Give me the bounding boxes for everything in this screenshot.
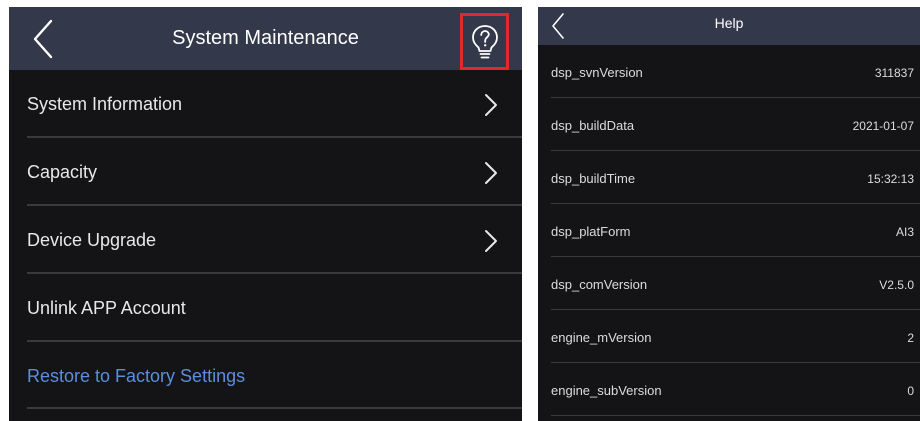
chevron-right-icon [485,162,497,184]
info-key: dsp_platForm [551,224,631,239]
list-item: engine_subVersion 0 [538,363,920,416]
info-value: V2.5.0 [879,278,914,292]
page-title: Help [714,15,744,31]
info-key: dsp_comVersion [551,277,648,292]
menu-item-capacity[interactable]: Capacity [9,138,522,206]
info-key: dsp_svnVersion [551,65,643,80]
menu-item-device-upgrade[interactable]: Device Upgrade [9,206,522,274]
menu-item-system-information[interactable]: System Information [9,70,522,138]
info-value: 0 [907,384,914,398]
list-item: dsp_buildTime 15:32:13 [538,151,920,204]
menu-item-restore-factory-settings[interactable]: Restore to Factory Settings [9,342,522,409]
list-item: dsp_comVersion V2.5.0 [538,257,920,310]
info-key: dsp_buildTime [551,171,636,186]
menu-item-label: Capacity [27,162,98,182]
version-info-list: dsp_svnVersion 311837 dsp_buildData 2021… [538,45,920,416]
help-screen: Help dsp_svnVersion 311837 dsp_buildData… [538,7,920,421]
info-key: dsp_buildData [551,118,635,133]
list-item: engine_mVersion 2 [538,310,920,363]
maintenance-menu: System Information Capacity Device Upgra… [9,70,522,409]
info-key: engine_subVersion [551,383,662,398]
menu-item-label: Device Upgrade [27,230,157,250]
page-title: System Maintenance [172,27,359,49]
chevron-right-icon [485,230,497,252]
chevron-right-icon [485,94,497,116]
menu-item-label: Unlink APP Account [27,298,186,318]
menu-item-unlink-app-account[interactable]: Unlink APP Account [9,274,522,342]
system-maintenance-screen: System Maintenance System Information Ca… [9,7,522,421]
lightbulb-question-icon [472,25,498,59]
info-value: 2 [907,331,914,345]
menu-item-label: System Information [27,94,183,114]
divider [551,415,920,416]
info-value: AI3 [895,225,914,239]
list-item: dsp_platForm AI3 [538,204,920,257]
info-value: 311837 [874,66,914,80]
info-value: 2021-01-07 [852,119,914,133]
list-item: dsp_svnVersion 311837 [538,45,920,98]
menu-item-label: Restore to Factory Settings [27,366,246,386]
divider [27,407,522,409]
list-item: dsp_buildData 2021-01-07 [538,98,920,151]
info-key: engine_mVersion [551,330,652,345]
header-bar: System Maintenance [9,7,522,70]
header-bar: Help [538,7,920,45]
info-value: 15:32:13 [867,172,914,186]
help-button[interactable] [460,13,509,70]
